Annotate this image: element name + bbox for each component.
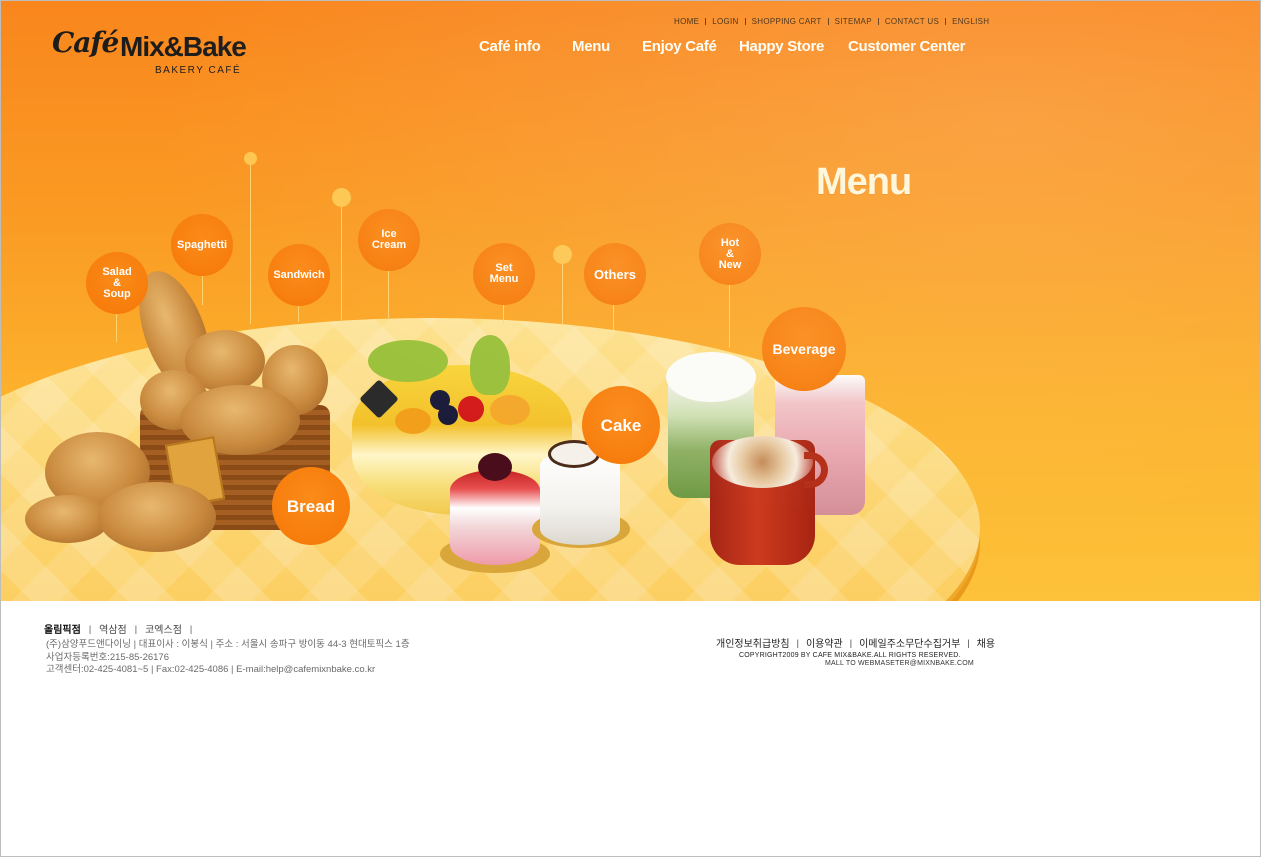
peach-slice xyxy=(490,395,530,425)
cherry xyxy=(458,396,484,422)
separator: | xyxy=(796,637,799,648)
category-label: Sandwich xyxy=(273,268,325,281)
hero-banner: Café Mix&Bake BAKERY CAFÉ HOME LOGIN SHO… xyxy=(0,0,1261,601)
separator: | xyxy=(88,623,92,634)
bubble-stem xyxy=(503,303,504,323)
bubble-stem xyxy=(729,282,730,348)
bubble-stem xyxy=(388,268,389,318)
category-sandwich[interactable]: Sandwich xyxy=(268,244,330,306)
melon-slice xyxy=(368,340,448,382)
bubble-stem xyxy=(562,262,563,326)
bubble-stem xyxy=(250,162,251,324)
separator xyxy=(744,17,746,25)
category-label: Beverage xyxy=(772,341,836,357)
separator xyxy=(945,17,947,25)
category-bread[interactable]: Bread xyxy=(272,467,350,545)
separator: | xyxy=(849,637,853,648)
melon-slice xyxy=(470,335,510,395)
category-ice-cream[interactable]: Ice Cream xyxy=(358,209,420,271)
category-label: Salad & Soup xyxy=(102,265,132,300)
category-others[interactable]: Others xyxy=(584,243,646,305)
company-line: 사업자등록번호:215-85-26176 xyxy=(46,651,169,663)
email-refusal-link[interactable]: 이메일주소무단수집거부 xyxy=(859,635,960,650)
util-login-link[interactable]: LOGIN xyxy=(712,17,738,26)
decor-dot xyxy=(332,188,351,207)
util-sitemap-link[interactable]: SITEMAP xyxy=(835,17,872,26)
round-loaf xyxy=(98,482,216,552)
bubble-stem xyxy=(613,303,614,331)
category-label: Spaghetti xyxy=(176,238,228,251)
company-info: (주)삼양푸드앤다이닝 | 대표이사 : 이봉식 | 주소 : 서울시 송파구 … xyxy=(46,639,410,677)
policy-links: 개인정보취급방침 | 이용약관 | 이메일주소무단수집거부 | 채용 xyxy=(716,635,995,651)
branch-coex-link[interactable]: 코엑스점 xyxy=(145,621,182,636)
page-title: Menu xyxy=(816,161,912,203)
decor-dot xyxy=(244,152,257,165)
separator: | xyxy=(189,623,193,634)
category-spaghetti[interactable]: Spaghetti xyxy=(171,214,233,276)
berry-mousse-cake xyxy=(450,470,540,565)
logo-tagline: BAKERY CAFÉ xyxy=(155,65,242,76)
category-beverage[interactable]: Beverage xyxy=(762,307,846,391)
peach-slice xyxy=(395,408,431,434)
terms-link[interactable]: 이용약관 xyxy=(806,635,843,650)
brand-logo[interactable]: Café Mix&Bake BAKERY CAFÉ xyxy=(52,26,292,78)
branch-yeoksam-link[interactable]: 역삼점 xyxy=(99,621,127,636)
separator: | xyxy=(967,637,970,648)
company-line: 고객센터:02-425-4081~5 | Fax:02-425-4086 | E… xyxy=(46,664,376,675)
separator: | xyxy=(134,623,138,634)
nav-menu[interactable]: Menu xyxy=(572,38,610,55)
util-english-link[interactable]: ENGLISH xyxy=(952,17,989,26)
bubble-stem xyxy=(341,204,342,320)
util-cart-link[interactable]: SHOPPING CART xyxy=(752,17,822,26)
logo-name: Mix&Bake xyxy=(120,31,247,62)
berry-topping xyxy=(478,453,512,481)
branch-olympic-link[interactable]: 올림픽점 xyxy=(44,621,81,636)
privacy-policy-link[interactable]: 개인정보취급방침 xyxy=(716,635,790,650)
separator xyxy=(827,17,829,25)
branch-links: 올림픽점 | 역삼점 | 코엑스점 | xyxy=(44,621,200,637)
category-hot-new[interactable]: Hot & New xyxy=(699,223,761,285)
util-home-link[interactable]: HOME xyxy=(674,17,699,26)
category-salad-soup[interactable]: Salad & Soup xyxy=(86,252,148,314)
cappuccino-foam xyxy=(712,436,813,488)
category-label: Others xyxy=(594,266,636,282)
nav-enjoy-cafe[interactable]: Enjoy Café xyxy=(642,38,717,55)
logo-script: Café xyxy=(52,26,119,59)
category-label: Set Menu xyxy=(489,262,519,285)
bubble-stem xyxy=(298,304,299,322)
category-label: Cake xyxy=(600,415,642,435)
bubble-stem xyxy=(202,275,203,305)
separator xyxy=(877,17,879,25)
category-set-menu[interactable]: Set Menu xyxy=(473,243,535,305)
nav-customer-center[interactable]: Customer Center xyxy=(848,38,966,55)
blueberry xyxy=(438,405,458,425)
separator xyxy=(705,17,707,25)
util-contact-link[interactable]: CONTACT US xyxy=(885,17,939,26)
category-label: Bread xyxy=(286,496,336,516)
webmaster-mail-link[interactable]: MALL TO WEBMASETER@MIXNBAKE.COM xyxy=(825,660,974,667)
decor-dot xyxy=(553,245,572,264)
whipped-cream xyxy=(666,352,756,402)
category-label: Hot & New xyxy=(718,236,742,271)
recruit-link[interactable]: 채용 xyxy=(977,635,995,650)
nav-cafe-info[interactable]: Café info xyxy=(479,38,541,55)
category-cake[interactable]: Cake xyxy=(582,386,660,464)
nav-happy-store[interactable]: Happy Store xyxy=(739,38,824,55)
company-line: (주)삼양푸드앤다이닝 | 대표이사 : 이봉식 | 주소 : 서울시 송파구 … xyxy=(46,639,410,650)
bubble-stem xyxy=(116,312,117,342)
category-label: Ice Cream xyxy=(371,228,407,251)
utility-nav: HOME LOGIN SHOPPING CART SITEMAP CONTACT… xyxy=(674,15,989,27)
copyright-text: COPYRIGHT2009 BY CAFE MIX&BAKE.ALL RIGHT… xyxy=(739,652,961,659)
